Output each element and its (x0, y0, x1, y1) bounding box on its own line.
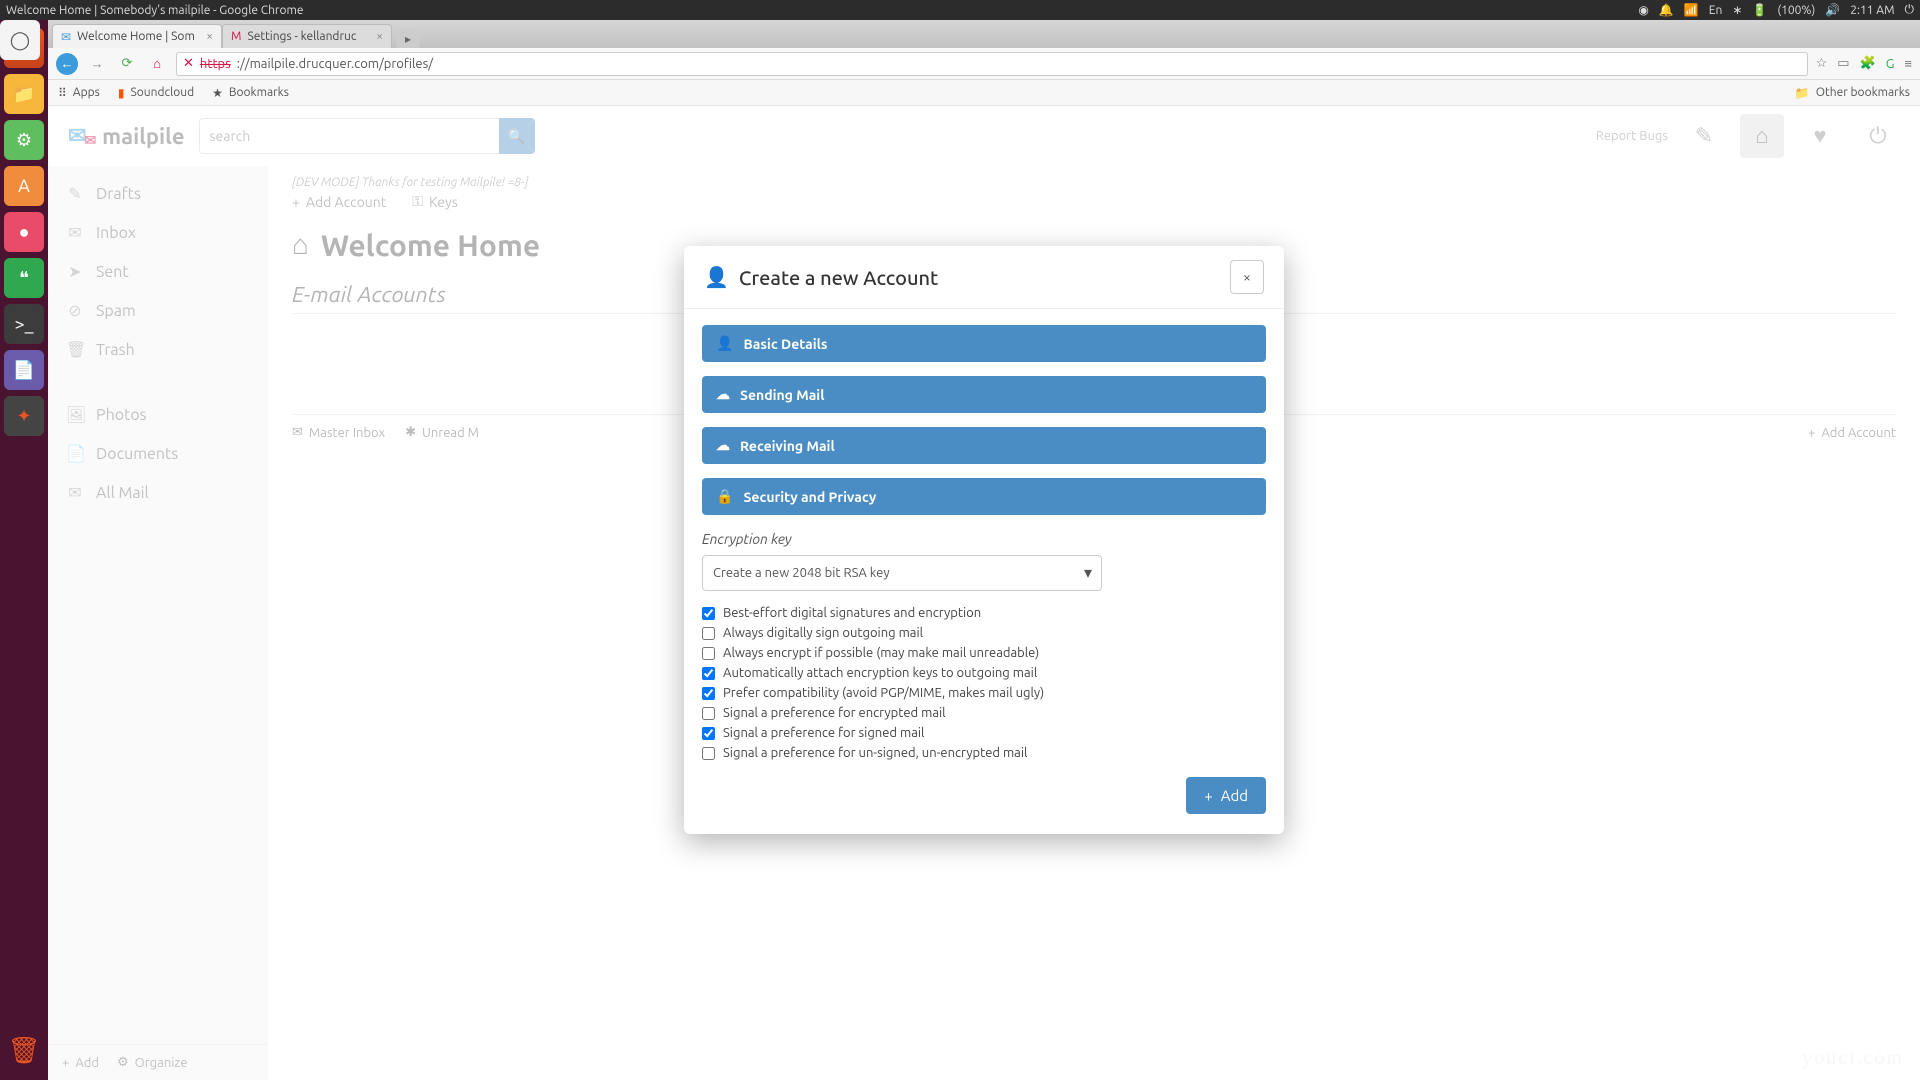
security-option-7[interactable]: Signal a preference for un-signed, un-en… (702, 743, 1266, 763)
checkbox[interactable] (702, 607, 715, 620)
soundcloud-icon: ▮ (118, 86, 125, 100)
address-bar[interactable]: ✕ https ://mailpile.drucquer.com/profile… (176, 52, 1808, 76)
acc-section-receiving[interactable]: ☁Receiving Mail (702, 427, 1266, 464)
chrome-tray-icon[interactable]: ◉ (1638, 3, 1648, 17)
checkbox-label: Always encrypt if possible (may make mai… (723, 646, 1039, 660)
tab-strip: ✉ Welcome Home | Som × M Settings - kell… (48, 20, 1920, 48)
security-option-3[interactable]: Automatically attach encryption keys to … (702, 663, 1266, 683)
security-option-6[interactable]: Signal a preference for signed mail (702, 723, 1266, 743)
home-button[interactable]: ⌂ (146, 53, 168, 75)
chrome-window: ✉ Welcome Home | Som × M Settings - kell… (48, 20, 1920, 1080)
acc-section-sending[interactable]: ☁Sending Mail (702, 376, 1266, 413)
checkbox[interactable] (702, 707, 715, 720)
battery-icon[interactable]: 🔋 (1752, 3, 1767, 17)
bluetooth-icon[interactable]: ∗ (1732, 3, 1742, 17)
security-option-4[interactable]: Prefer compatibility (avoid PGP/MIME, ma… (702, 683, 1266, 703)
modal-close-button[interactable]: × (1230, 260, 1264, 294)
folder-icon: 📁 (1795, 86, 1810, 100)
launcher-app9-icon[interactable]: ✦ (4, 396, 44, 436)
launcher-text-icon[interactable]: 📄 (4, 350, 44, 390)
person-icon: 👤 (704, 265, 729, 289)
launcher-files-icon[interactable]: 📁 (4, 74, 44, 114)
checkbox-label: Signal a preference for signed mail (723, 726, 924, 740)
security-option-2[interactable]: Always encrypt if possible (may make mai… (702, 643, 1266, 663)
browser-tab-1[interactable]: M Settings - kellandruc × (222, 24, 392, 48)
chrome-menu-icon[interactable]: ≡ (1904, 56, 1912, 71)
url-text: ://mailpile.drucquer.com/profiles/ (237, 57, 433, 71)
add-button[interactable]: +Add (1186, 777, 1266, 814)
checkbox-label: Signal a preference for encrypted mail (723, 706, 946, 720)
checkbox-label: Prefer compatibility (avoid PGP/MIME, ma… (723, 686, 1044, 700)
star-bookmark-icon[interactable]: ☆ (1816, 56, 1828, 71)
security-option-1[interactable]: Always digitally sign outgoing mail (702, 623, 1266, 643)
modal-title: 👤 Create a new Account (704, 265, 938, 289)
url-toolbar: ← → ⟳ ⌂ ✕ https ://mailpile.drucquer.com… (48, 48, 1920, 80)
acc-section-basic[interactable]: 👤Basic Details (702, 325, 1266, 362)
launcher-settings-icon[interactable]: ⚙ (4, 120, 44, 160)
checkbox[interactable] (702, 747, 715, 760)
checkbox-label: Always digitally sign outgoing mail (723, 626, 923, 640)
security-option-5[interactable]: Signal a preference for encrypted mail (702, 703, 1266, 723)
bookmarks-bar: ⠿Apps ▮Soundcloud ★Bookmarks 📁Other book… (48, 80, 1920, 106)
back-button[interactable]: ← (56, 53, 78, 75)
other-bookmarks[interactable]: 📁Other bookmarks (1795, 86, 1910, 100)
close-tab-icon[interactable]: × (376, 30, 383, 43)
lock-icon: 🔒 (716, 488, 733, 505)
url-protocol: https (200, 57, 231, 71)
create-account-modal: 👤 Create a new Account × 👤Basic Details … (684, 246, 1284, 834)
checkbox[interactable] (702, 647, 715, 660)
volume-icon[interactable]: 🔊 (1825, 3, 1840, 17)
grammarly-icon[interactable]: G (1886, 57, 1895, 71)
launcher-terminal-icon[interactable]: >_ (4, 304, 44, 344)
ssl-warning-icon: ✕ (183, 56, 194, 71)
launcher-hangouts-icon[interactable]: ❝ (4, 258, 44, 298)
encryption-key-select[interactable]: Create a new 2048 bit RSA key (702, 555, 1102, 591)
extension-icon[interactable]: 🧩 (1860, 56, 1876, 71)
ubuntu-launcher: ◉ ◯ 📁 ⚙ A ● ❝ >_ 📄 ✦ 🗑 (0, 20, 48, 1080)
wifi-icon[interactable]: 📶 (1684, 3, 1699, 17)
launcher-software-icon[interactable]: A (4, 166, 44, 206)
close-tab-icon[interactable]: × (206, 30, 213, 43)
launcher-app5-icon[interactable]: ● (4, 212, 44, 252)
tab-title: Welcome Home | Som (77, 30, 195, 43)
checkbox[interactable] (702, 667, 715, 680)
launcher-chrome-icon[interactable]: ◯ (0, 20, 40, 60)
clock[interactable]: 2:11 AM (1850, 4, 1894, 17)
apps-bookmark[interactable]: ⠿Apps (58, 86, 100, 100)
cloud-down-icon: ☁ (716, 437, 730, 454)
checkbox[interactable] (702, 727, 715, 740)
security-option-0[interactable]: Best-effort digital signatures and encry… (702, 603, 1266, 623)
plus-icon: + (1204, 787, 1212, 804)
language-indicator[interactable]: En (1709, 4, 1723, 17)
tab-favicon: ✉ (61, 30, 71, 44)
checkbox-label: Best-effort digital signatures and encry… (723, 606, 981, 620)
reload-button[interactable]: ⟳ (116, 53, 138, 75)
forward-button[interactable]: → (86, 53, 108, 75)
bookmarks-folder[interactable]: ★Bookmarks (212, 86, 289, 100)
browser-tab-0[interactable]: ✉ Welcome Home | Som × (52, 24, 222, 48)
battery-text: (100%) (1777, 4, 1815, 17)
checkbox[interactable] (702, 687, 715, 700)
window-title: Welcome Home | Somebody's mailpile - Goo… (6, 4, 303, 17)
session-icon[interactable]: ⏻ (1905, 3, 1915, 17)
launcher-trash-icon[interactable]: 🗑 (4, 1030, 44, 1070)
checkbox-label: Signal a preference for un-signed, un-en… (723, 746, 1027, 760)
cloud-up-icon: ☁ (716, 386, 730, 403)
system-tray: ◉ 🔔 📶 En ∗ 🔋 (100%) 🔊 2:11 AM ⏻ (1638, 3, 1914, 17)
star-icon: ★ (212, 86, 223, 100)
new-tab-button[interactable]: ▸ (396, 30, 420, 48)
checkbox[interactable] (702, 627, 715, 640)
soundcloud-bookmark[interactable]: ▮Soundcloud (118, 86, 194, 100)
tab-favicon: M (231, 30, 241, 43)
cast-icon[interactable]: ▭ (1837, 56, 1849, 71)
acc-section-security[interactable]: 🔒Security and Privacy (702, 478, 1266, 515)
system-menu-bar: Welcome Home | Somebody's mailpile - Goo… (0, 0, 1920, 20)
notification-icon[interactable]: 🔔 (1659, 3, 1674, 17)
person-icon: 👤 (716, 335, 733, 352)
encryption-key-label: Encryption key (702, 531, 1266, 547)
close-icon: × (1243, 269, 1251, 285)
checkbox-label: Automatically attach encryption keys to … (723, 666, 1037, 680)
apps-grid-icon: ⠿ (58, 86, 67, 100)
tab-title: Settings - kellandruc (247, 30, 356, 43)
